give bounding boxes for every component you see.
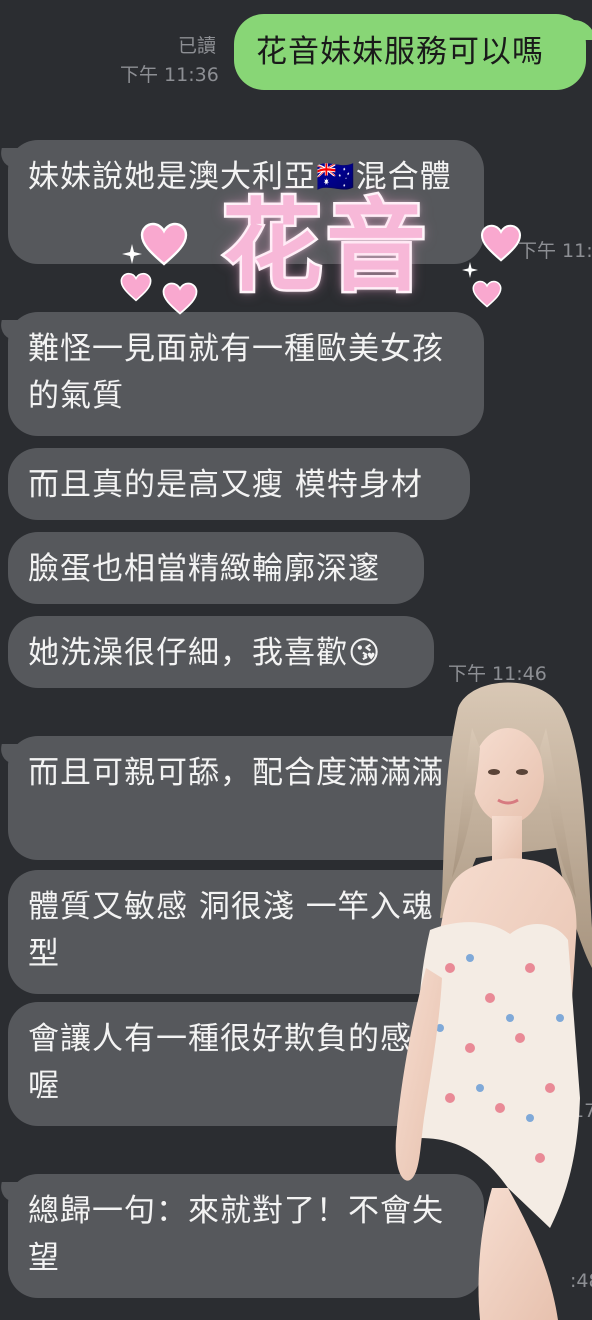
message-time: 下午 11:36 bbox=[120, 64, 219, 86]
received-message-bubble[interactable]: 她洗澡很仔細，我喜歡😘 bbox=[8, 616, 434, 688]
heart-icon bbox=[472, 280, 502, 308]
read-receipt: 已讀 bbox=[178, 35, 217, 57]
message-time: 下午 11:45 bbox=[518, 240, 592, 262]
sparkle-icon bbox=[462, 262, 478, 278]
overlay-title: 花音 bbox=[220, 188, 430, 305]
sparkle-icon bbox=[122, 244, 142, 264]
received-message-bubble[interactable]: 臉蛋也相當精緻輪廓深邃 bbox=[8, 532, 424, 604]
received-message-bubble[interactable]: 難怪一見面就有一種歐美女孩的氣質 bbox=[8, 312, 484, 436]
heart-icon bbox=[140, 222, 188, 266]
heart-icon bbox=[162, 282, 198, 315]
model-photo bbox=[395, 682, 592, 1320]
sent-message-bubble[interactable]: 花音妹妹服務可以嗎 bbox=[234, 14, 586, 90]
received-message-bubble[interactable]: 而且真的是高又瘦 模特身材 bbox=[8, 448, 470, 520]
heart-icon bbox=[480, 224, 522, 262]
heart-icon bbox=[120, 272, 152, 302]
